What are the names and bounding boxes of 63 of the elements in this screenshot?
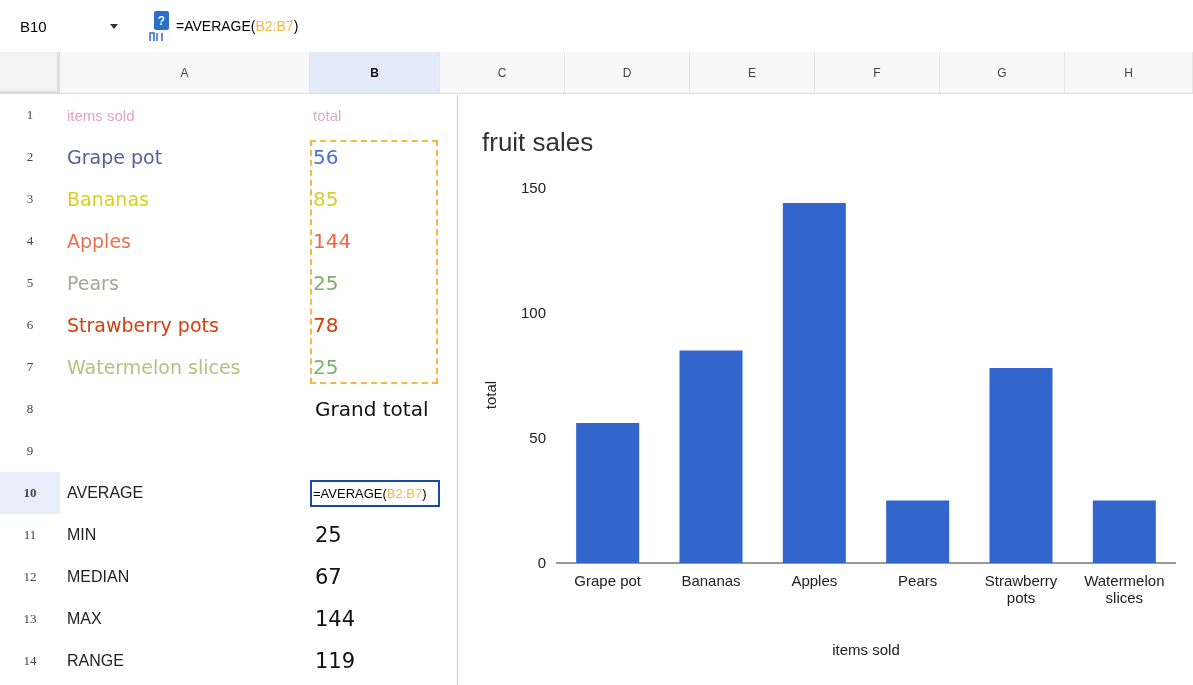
y-tick-label: 0 bbox=[537, 554, 546, 571]
x-tick-label: Pears bbox=[898, 572, 938, 589]
cell-text: 56 bbox=[313, 145, 339, 169]
cell-text: 78 bbox=[313, 313, 339, 337]
cell-text: 144 bbox=[313, 229, 352, 253]
cell-text: 25 bbox=[313, 271, 339, 295]
chart-title: fruit sales bbox=[482, 127, 594, 157]
cell-text: total bbox=[313, 106, 342, 124]
row-number[interactable]: 14 bbox=[0, 640, 60, 682]
cell-text: MIN bbox=[67, 526, 97, 544]
column-header[interactable]: E bbox=[690, 52, 815, 94]
row-number[interactable]: 8 bbox=[0, 388, 60, 430]
cell-text: MEDIAN bbox=[67, 568, 130, 586]
formula-text[interactable]: =AVERAGE(B2:B7) bbox=[176, 18, 299, 34]
row-number[interactable]: 3 bbox=[0, 178, 60, 220]
x-tick-label: Grape pot bbox=[574, 572, 642, 589]
y-tick-label: 150 bbox=[520, 179, 546, 196]
row-number[interactable]: 9 bbox=[0, 430, 60, 472]
row-number[interactable]: 10 bbox=[0, 472, 60, 514]
row-number[interactable]: 5 bbox=[0, 262, 60, 304]
cell-text: Grand total bbox=[315, 397, 429, 421]
cell-text: Pears bbox=[67, 272, 119, 294]
row-number[interactable]: 2 bbox=[0, 136, 60, 178]
cell-text: 25 bbox=[313, 355, 339, 379]
y-tick-label: 100 bbox=[520, 304, 546, 321]
cell-reference[interactable]: B10 bbox=[20, 17, 110, 35]
cell-text: RANGE bbox=[67, 652, 124, 670]
x-tick-label: Apples bbox=[791, 572, 838, 589]
row-number[interactable]: 11 bbox=[0, 514, 60, 556]
x-tick-label: Strawberry pots bbox=[984, 572, 1058, 606]
row-number[interactable]: 4 bbox=[0, 220, 60, 262]
y-tick-label: 50 bbox=[529, 429, 546, 446]
row-number[interactable]: 12 bbox=[0, 556, 60, 598]
row-number[interactable]: 6 bbox=[0, 304, 60, 346]
cell-text: 67 bbox=[315, 565, 342, 589]
column-header[interactable]: B bbox=[310, 52, 440, 94]
cell-text: items sold bbox=[67, 106, 135, 124]
x-axis-title: items sold bbox=[832, 641, 900, 658]
column-header[interactable]: D bbox=[565, 52, 690, 94]
cell-text: AVERAGE bbox=[67, 484, 144, 502]
cell-text: Bananas bbox=[67, 188, 149, 210]
caret-icon[interactable] bbox=[110, 23, 118, 29]
row-number[interactable]: 13 bbox=[0, 598, 60, 640]
column-header[interactable]: C bbox=[440, 52, 565, 94]
cell-text: 25 bbox=[315, 523, 342, 547]
y-axis-title: total bbox=[482, 380, 499, 410]
x-tick-label: Bananas bbox=[681, 572, 741, 589]
cell-text: 85 bbox=[313, 187, 339, 211]
row-number[interactable]: 1 bbox=[0, 94, 60, 136]
cell-text: Grape pot bbox=[67, 146, 163, 168]
column-header[interactable]: H bbox=[1065, 52, 1193, 94]
cell-text: MAX bbox=[67, 610, 102, 628]
column-header[interactable]: F bbox=[815, 52, 940, 94]
cell-text: 144 bbox=[315, 607, 356, 631]
column-header[interactable]: A bbox=[60, 52, 310, 94]
column-header[interactable]: G bbox=[940, 52, 1065, 94]
row-number[interactable]: 7 bbox=[0, 346, 60, 388]
cell-text: Watermelon slices bbox=[67, 356, 241, 378]
cell-text: Strawberry pots bbox=[67, 314, 219, 336]
cell-text: 119 bbox=[315, 649, 356, 673]
formula-input-cell[interactable]: =AVERAGE(B2:B7) bbox=[310, 479, 440, 507]
cell-text: Apples bbox=[67, 230, 131, 252]
x-tick-label: Watermelon slices bbox=[1084, 572, 1165, 606]
